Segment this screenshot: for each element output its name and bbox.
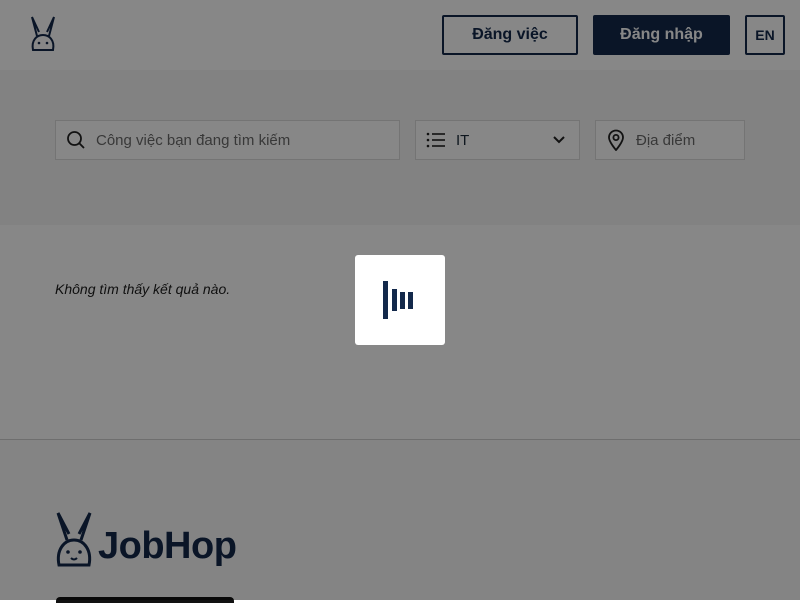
- loading-spinner: [355, 255, 445, 345]
- loading-bars-icon: [383, 281, 413, 319]
